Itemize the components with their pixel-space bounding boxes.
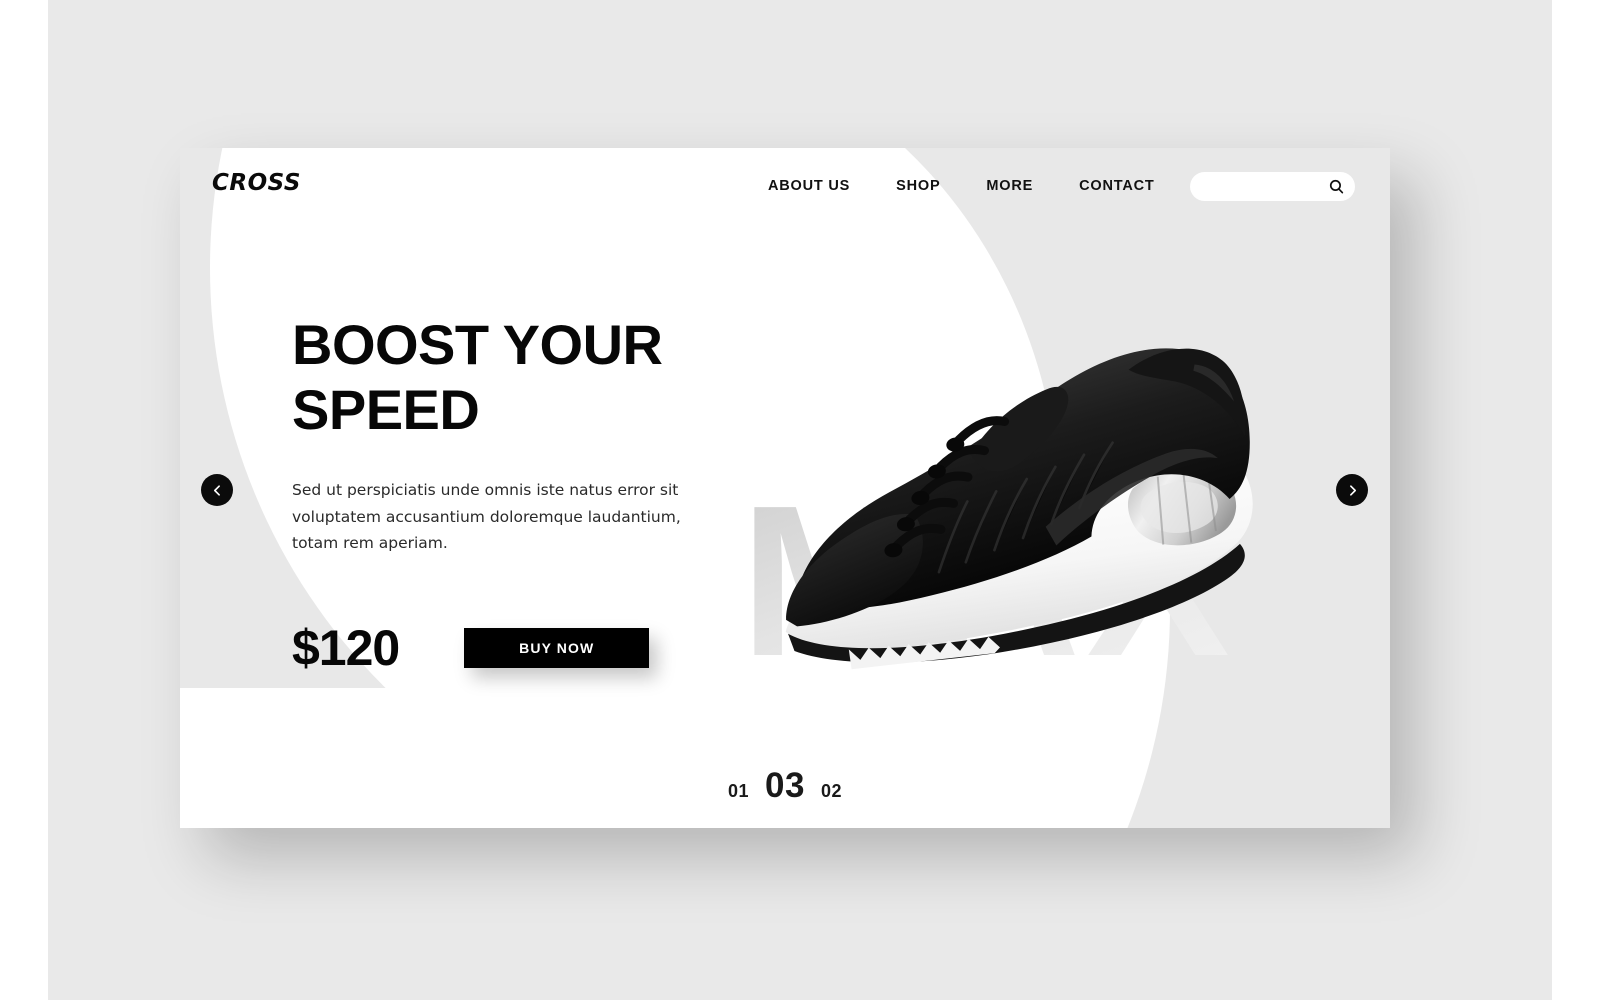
- nav-item-contact[interactable]: CONTACT: [1079, 178, 1154, 194]
- product-image-sneaker: [716, 261, 1323, 715]
- page-title: BOOST YOUR SPEED: [292, 313, 712, 443]
- buy-now-button[interactable]: BUY NOW: [464, 627, 650, 668]
- headline-line-1: BOOST YOUR: [292, 313, 663, 376]
- chevron-left-icon: [213, 484, 220, 496]
- slide-indicator-02[interactable]: 02: [821, 781, 842, 802]
- hero-content: BOOST YOUR SPEED Sed ut perspiciatis und…: [292, 313, 712, 677]
- carousel-next-button[interactable]: [1336, 474, 1368, 506]
- headline-line-2: SPEED: [292, 377, 480, 441]
- slider-pagination: 01 03 02: [728, 766, 842, 806]
- price-and-cta-row: $120 BUY NOW: [292, 619, 712, 677]
- nav-item-more[interactable]: MORE: [986, 178, 1033, 194]
- carousel-prev-button[interactable]: [201, 474, 233, 506]
- slide-indicator-01[interactable]: 01: [728, 781, 749, 802]
- main-navigation: ABOUT US SHOP MORE CONTACT: [768, 178, 1155, 194]
- site-header: CROSS ABOUT US SHOP MORE CONTACT: [180, 148, 1390, 228]
- search-input[interactable]: [1204, 179, 1328, 194]
- hero-description: Sed ut perspiciatis unde omnis iste natu…: [292, 480, 681, 553]
- nav-item-about-us[interactable]: ABOUT US: [768, 178, 850, 194]
- product-price: $120: [292, 619, 400, 676]
- chevron-right-icon: [1349, 484, 1356, 496]
- hero-slider-card: CROSS ABOUT US SHOP MORE CONTACT MAX: [180, 148, 1390, 828]
- search-icon[interactable]: [1328, 178, 1345, 195]
- search-box[interactable]: [1190, 172, 1355, 201]
- brand-logo[interactable]: CROSS: [212, 170, 301, 196]
- slide-indicator-03[interactable]: 03: [765, 766, 805, 806]
- nav-item-shop[interactable]: SHOP: [896, 178, 940, 194]
